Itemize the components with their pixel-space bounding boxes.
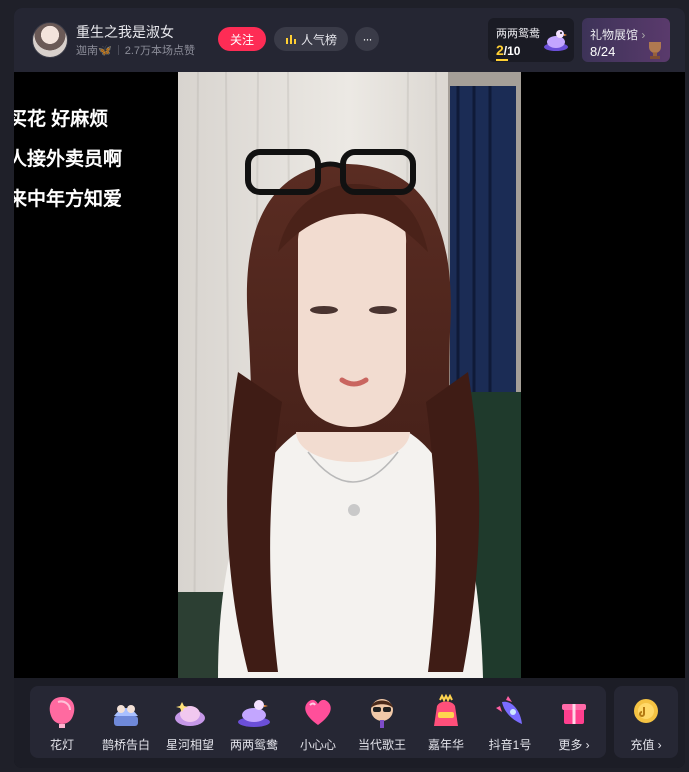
gift-task-current: 2 (496, 42, 504, 58)
gift-task-card[interactable]: 两两鸳鸯 2/10 (488, 18, 574, 62)
progress-underline (496, 59, 508, 61)
recharge-label: 充值 › (630, 738, 662, 752)
gift-box-icon (562, 704, 586, 724)
scrolling-comments: 买花 好麻烦 人接外卖员啊 来中年方知爱 (14, 100, 122, 220)
gift-item-singer[interactable]: 当代歌王 (350, 686, 414, 758)
live-room-window: 重生之我是淑女 迦南🦋 2.7万本场点赞 关注 人气榜 ··· 两两鸳鸯 2/1… (14, 8, 685, 768)
likes-count: 2.7万本场点赞 (124, 45, 195, 57)
gift-item-bridge[interactable]: 鹊桥告白 (94, 686, 158, 758)
bridge-icon (114, 705, 138, 726)
gift-gallery-title: 礼物展馆 › (590, 28, 646, 42)
meta-divider (117, 45, 119, 55)
rank-label: 人气榜 (300, 32, 337, 47)
duck-icon (238, 700, 270, 727)
gift-label: 抖音1号 (488, 738, 532, 752)
video-frame (178, 72, 521, 678)
heart-icon (305, 699, 331, 725)
rocket-icon (496, 696, 522, 724)
galaxy-icon (175, 702, 205, 726)
gift-label: 星河相望 (165, 738, 214, 752)
coin-icon (634, 699, 658, 723)
gift-bar: 花灯 鹊桥告白 星河相望 两两鸳鸯 小心心 当代歌王 嘉年华 抖音1号 更多 ›… (14, 678, 685, 768)
gift-task-total: /10 (503, 44, 521, 58)
gift-gallery-card[interactable]: 礼物展馆 › 8/24 (582, 18, 670, 62)
streamer-avatar[interactable] (32, 22, 68, 58)
lantern-icon (49, 697, 75, 728)
follow-button[interactable]: 关注 (218, 27, 266, 51)
gift-label: 两两鸳鸯 (229, 738, 278, 752)
gift-item-rocket[interactable]: 抖音1号 (478, 686, 542, 758)
gift-item-ducks[interactable]: 两两鸳鸯 (222, 686, 286, 758)
scrolling-comment: 来中年方知爱 (14, 189, 123, 210)
gift-label: 更多 › (558, 738, 590, 752)
recharge-button[interactable]: 充值 › (614, 686, 678, 758)
gift-gallery-count: 8/24 (590, 44, 616, 59)
gift-label: 嘉年华 (427, 738, 464, 752)
more-gifts-button[interactable]: 更多 › (542, 686, 606, 758)
gift-task-progress: 2/10 (496, 42, 520, 58)
gift-label: 花灯 (49, 738, 74, 752)
gift-list: 花灯 鹊桥告白 星河相望 两两鸳鸯 小心心 当代歌王 嘉年华 抖音1号 更多 › (30, 686, 606, 758)
gift-item-lantern[interactable]: 花灯 (30, 686, 94, 758)
singer-icon (371, 699, 393, 728)
streamer-name[interactable]: 重生之我是淑女 (76, 22, 174, 42)
gift-item-heart[interactable]: 小心心 (286, 686, 350, 758)
streamer-meta: 迦南🦋 2.7万本场点赞 (76, 42, 195, 58)
carnival-icon (434, 694, 458, 726)
gift-label: 当代歌王 (357, 738, 406, 752)
top-bar: 重生之我是淑女 迦南🦋 2.7万本场点赞 关注 人气榜 ··· 两两鸳鸯 2/1… (14, 8, 685, 72)
gift-item-galaxy[interactable]: 星河相望 (158, 686, 222, 758)
scrolling-comment: 买花 好麻烦 (14, 109, 109, 130)
gift-label: 鹊桥告白 (101, 738, 150, 752)
more-options-button[interactable]: ··· (355, 27, 379, 51)
gift-task-title: 两两鸳鸯 (496, 28, 540, 40)
duck-icon (544, 30, 568, 51)
live-video[interactable] (178, 72, 521, 678)
live-stage: 买花 好麻烦 人接外卖员啊 来中年方知爱 (14, 72, 685, 678)
streamer-location: 迦南🦋 (76, 45, 112, 57)
gift-item-carnival[interactable]: 嘉年华 (414, 686, 478, 758)
trophy-icon (649, 42, 661, 59)
scrolling-comment: 人接外卖员啊 (14, 149, 123, 170)
popularity-rank-button[interactable]: 人气榜 (274, 27, 348, 51)
gift-label: 小心心 (299, 738, 336, 752)
bar-chart-icon (285, 35, 296, 44)
